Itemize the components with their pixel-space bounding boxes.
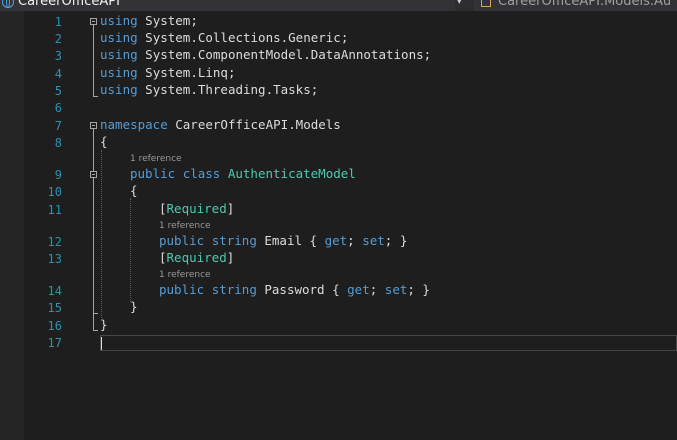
code-text-run: ; } bbox=[407, 282, 430, 297]
chevron-down-icon[interactable]: ▾ bbox=[457, 0, 471, 11]
codelens-references[interactable]: 1 reference bbox=[159, 221, 211, 232]
code-line: [Required] bbox=[159, 201, 234, 217]
collapse-class-icon[interactable] bbox=[90, 171, 97, 178]
code-line: } bbox=[130, 299, 138, 314]
code-line: using System; bbox=[100, 13, 198, 29]
line-number: 12 bbox=[47, 235, 62, 249]
code-line: using System.Linq; bbox=[100, 65, 235, 81]
line-number: 2 bbox=[54, 32, 62, 46]
indent-guide bbox=[130, 198, 131, 302]
current-line-highlight bbox=[100, 335, 677, 351]
keyword: set bbox=[362, 233, 385, 248]
line-number: 4 bbox=[54, 67, 62, 81]
keyword: using bbox=[100, 30, 138, 45]
code-text-run: System.Linq; bbox=[137, 65, 236, 80]
line-number: 13 bbox=[47, 252, 62, 266]
codelens-references[interactable]: 1 reference bbox=[130, 154, 182, 165]
bracket: [ bbox=[159, 250, 167, 265]
keyword: using bbox=[100, 47, 138, 62]
indent-guide bbox=[101, 150, 102, 318]
project-dropdown[interactable]: CareerOfficeAPI bbox=[0, 0, 455, 11]
type-name: AuthenticateModel bbox=[227, 166, 356, 181]
outline-line bbox=[93, 129, 94, 331]
collapse-namespace-icon[interactable] bbox=[90, 122, 97, 129]
bracket: ] bbox=[226, 250, 235, 265]
line-number: 11 bbox=[47, 203, 62, 217]
bracket: ] bbox=[226, 201, 235, 216]
code-text-run: System; bbox=[137, 13, 198, 28]
outline-line bbox=[93, 313, 98, 314]
keyword: public bbox=[159, 282, 205, 297]
code-text-run: System.Collections.Generic; bbox=[137, 30, 349, 45]
keyword: using bbox=[100, 82, 138, 97]
code-line: using System.ComponentModel.DataAnnotati… bbox=[100, 47, 431, 63]
keyword: using bbox=[100, 13, 138, 28]
code-text-run: System.ComponentModel.DataAnnotations; bbox=[137, 47, 432, 62]
code-line: namespace CareerOfficeAPI.Models bbox=[100, 117, 341, 133]
keyword: public bbox=[159, 233, 205, 248]
code-text-run: CareerOfficeAPI.Models bbox=[167, 117, 341, 132]
code-line: { bbox=[100, 134, 108, 149]
codelens-references[interactable]: 1 reference bbox=[159, 270, 211, 281]
code-line: using System.Threading.Tasks; bbox=[100, 82, 318, 98]
line-number: 5 bbox=[54, 84, 62, 98]
line-number: 7 bbox=[54, 119, 62, 133]
code-text-run: System.Threading.Tasks; bbox=[137, 82, 319, 97]
line-number: 9 bbox=[54, 168, 62, 182]
code-text-run: ; } bbox=[384, 233, 408, 248]
line-number: 6 bbox=[54, 101, 62, 115]
line-number: 8 bbox=[54, 136, 62, 150]
code-editor-window: CareerOfficeAPI ▾ CareerOfficeAPI.Models… bbox=[0, 0, 677, 440]
line-number: 1 bbox=[54, 15, 62, 29]
keyword: get bbox=[324, 233, 348, 248]
project-globe-icon bbox=[2, 0, 14, 8]
code-text-run: ; bbox=[347, 233, 363, 248]
line-number: 17 bbox=[47, 336, 62, 350]
collapse-usings-icon[interactable] bbox=[90, 18, 97, 25]
keyword: string bbox=[211, 282, 257, 297]
keyword: using bbox=[100, 65, 138, 80]
keyword: class bbox=[182, 166, 221, 181]
project-dropdown-label: CareerOfficeAPI bbox=[18, 0, 120, 9]
code-text-run: Password { bbox=[256, 282, 348, 297]
outline-line bbox=[93, 25, 94, 97]
code-line: using System.Collections.Generic; bbox=[100, 30, 348, 46]
attribute-name: Required bbox=[166, 250, 227, 265]
keyword: set bbox=[384, 282, 408, 297]
code-line: public class AuthenticateModel bbox=[130, 166, 356, 182]
line-number: 3 bbox=[54, 49, 62, 63]
keyword: get bbox=[347, 282, 370, 297]
code-line: public string Password { get; set; } bbox=[159, 282, 430, 298]
outline-line bbox=[93, 96, 98, 97]
code-line: [Required] bbox=[159, 250, 234, 266]
type-dropdown-label: CareerOfficeAPI.Models.Au bbox=[498, 0, 672, 9]
line-number: 15 bbox=[47, 301, 62, 315]
text-caret bbox=[101, 337, 102, 350]
line-number: 16 bbox=[47, 319, 62, 333]
keyword: public bbox=[130, 166, 176, 181]
outline-line bbox=[93, 330, 98, 331]
keyword: namespace bbox=[100, 117, 168, 132]
line-number: 14 bbox=[47, 284, 62, 298]
code-text-run: ; bbox=[369, 282, 385, 297]
type-dropdown[interactable]: CareerOfficeAPI.Models.Au bbox=[474, 0, 677, 11]
code-line: { bbox=[130, 183, 138, 198]
navigation-bar: CareerOfficeAPI ▾ CareerOfficeAPI.Models… bbox=[0, 0, 677, 11]
keyword: string bbox=[211, 233, 257, 248]
line-number: 10 bbox=[47, 185, 62, 199]
code-text-run: Email { bbox=[256, 233, 325, 248]
attribute-name: Required bbox=[166, 201, 227, 216]
bracket: [ bbox=[159, 201, 167, 216]
class-icon bbox=[481, 0, 491, 7]
code-line: } bbox=[100, 317, 108, 332]
code-line: public string Email { get; set; } bbox=[159, 233, 407, 249]
